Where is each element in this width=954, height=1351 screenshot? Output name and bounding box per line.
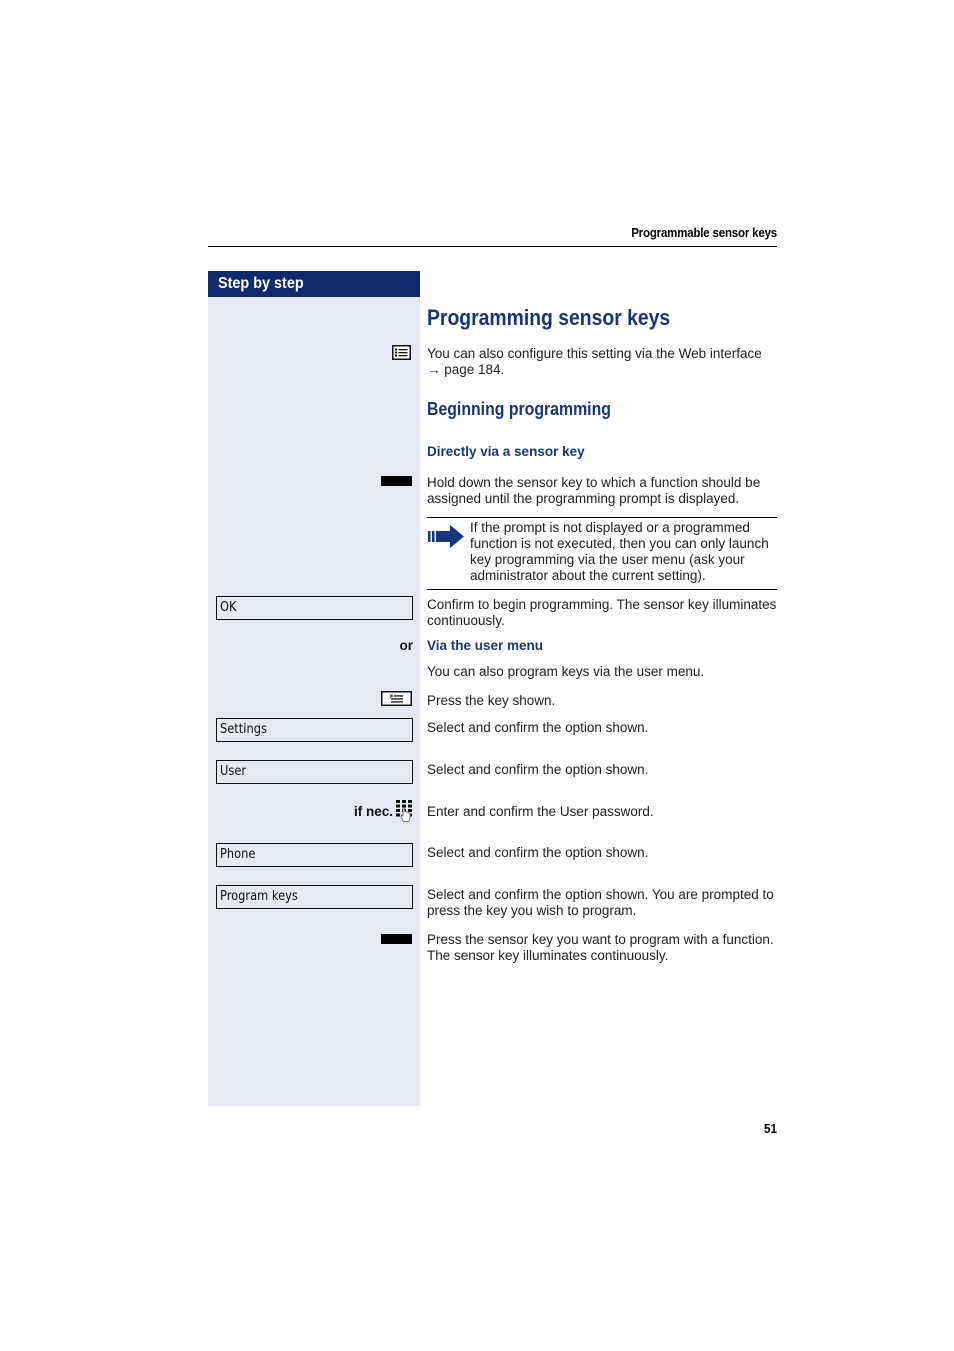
- web-interface-icon: [392, 345, 411, 360]
- or-label: or: [399, 638, 414, 653]
- menu-option-label: Phone: [220, 847, 256, 862]
- program-keys-text: Select and confirm the option shown. You…: [427, 887, 774, 918]
- subheading-user-menu: Via the user menu: [427, 638, 544, 653]
- menu-option-user[interactable]: User: [216, 760, 413, 784]
- menu-key-icon[interactable]: [381, 691, 412, 706]
- section-heading: Beginning programming: [427, 399, 611, 419]
- select-confirm-phone-text: Select and confirm the option shown.: [427, 845, 649, 860]
- subheading-direct: Directly via a sensor key: [427, 444, 585, 459]
- menu-option-label: OK: [220, 600, 237, 615]
- press-key-text: Press the key shown.: [427, 693, 556, 708]
- sensor-key-icon: [381, 476, 412, 486]
- step-by-step-title: Step by step: [218, 275, 304, 292]
- confirm-begin-text: Confirm to begin programming. The sensor…: [427, 597, 777, 628]
- menu-option-label: Program keys: [220, 889, 298, 904]
- select-confirm-user-text: Select and confirm the option shown.: [427, 762, 649, 777]
- header-divider: [208, 246, 777, 247]
- note-text: If the prompt is not displayed or a prog…: [470, 520, 769, 583]
- menu-option-ok[interactable]: OK: [216, 596, 413, 620]
- sensor-key-icon[interactable]: [381, 934, 412, 944]
- menu-option-settings[interactable]: Settings: [216, 718, 413, 742]
- select-confirm-settings-text: Select and confirm the option shown.: [427, 720, 649, 735]
- menu-option-label: Settings: [220, 722, 267, 737]
- running-header: Programmable sensor keys: [631, 226, 777, 240]
- web-interface-text: You can also configure this setting via …: [427, 346, 762, 361]
- if-nec-label: if nec.: [353, 804, 393, 819]
- user-menu-intro: You can also program keys via the user m…: [427, 664, 705, 679]
- note-bottom-divider: [427, 589, 777, 590]
- press-sensor-key-text: Press the sensor key you want to program…: [427, 932, 774, 963]
- note-arrow-icon: [427, 524, 465, 548]
- page-title: Programming sensor keys: [427, 305, 671, 330]
- menu-option-program-keys[interactable]: Program keys: [216, 885, 413, 909]
- page-reference-link[interactable]: → page 184.: [427, 362, 779, 378]
- menu-option-label: User: [220, 764, 247, 779]
- keypad-icon: [395, 799, 413, 823]
- menu-option-phone[interactable]: Phone: [216, 843, 413, 867]
- enter-password-text: Enter and confirm the User password.: [427, 804, 654, 819]
- step-by-step-header: Step by step: [208, 271, 420, 297]
- note-top-divider: [427, 517, 777, 518]
- hold-sensor-key-text: Hold down the sensor key to which a func…: [427, 475, 761, 506]
- web-interface-note: You can also configure this setting via …: [427, 346, 779, 378]
- page-number: 51: [763, 1121, 777, 1136]
